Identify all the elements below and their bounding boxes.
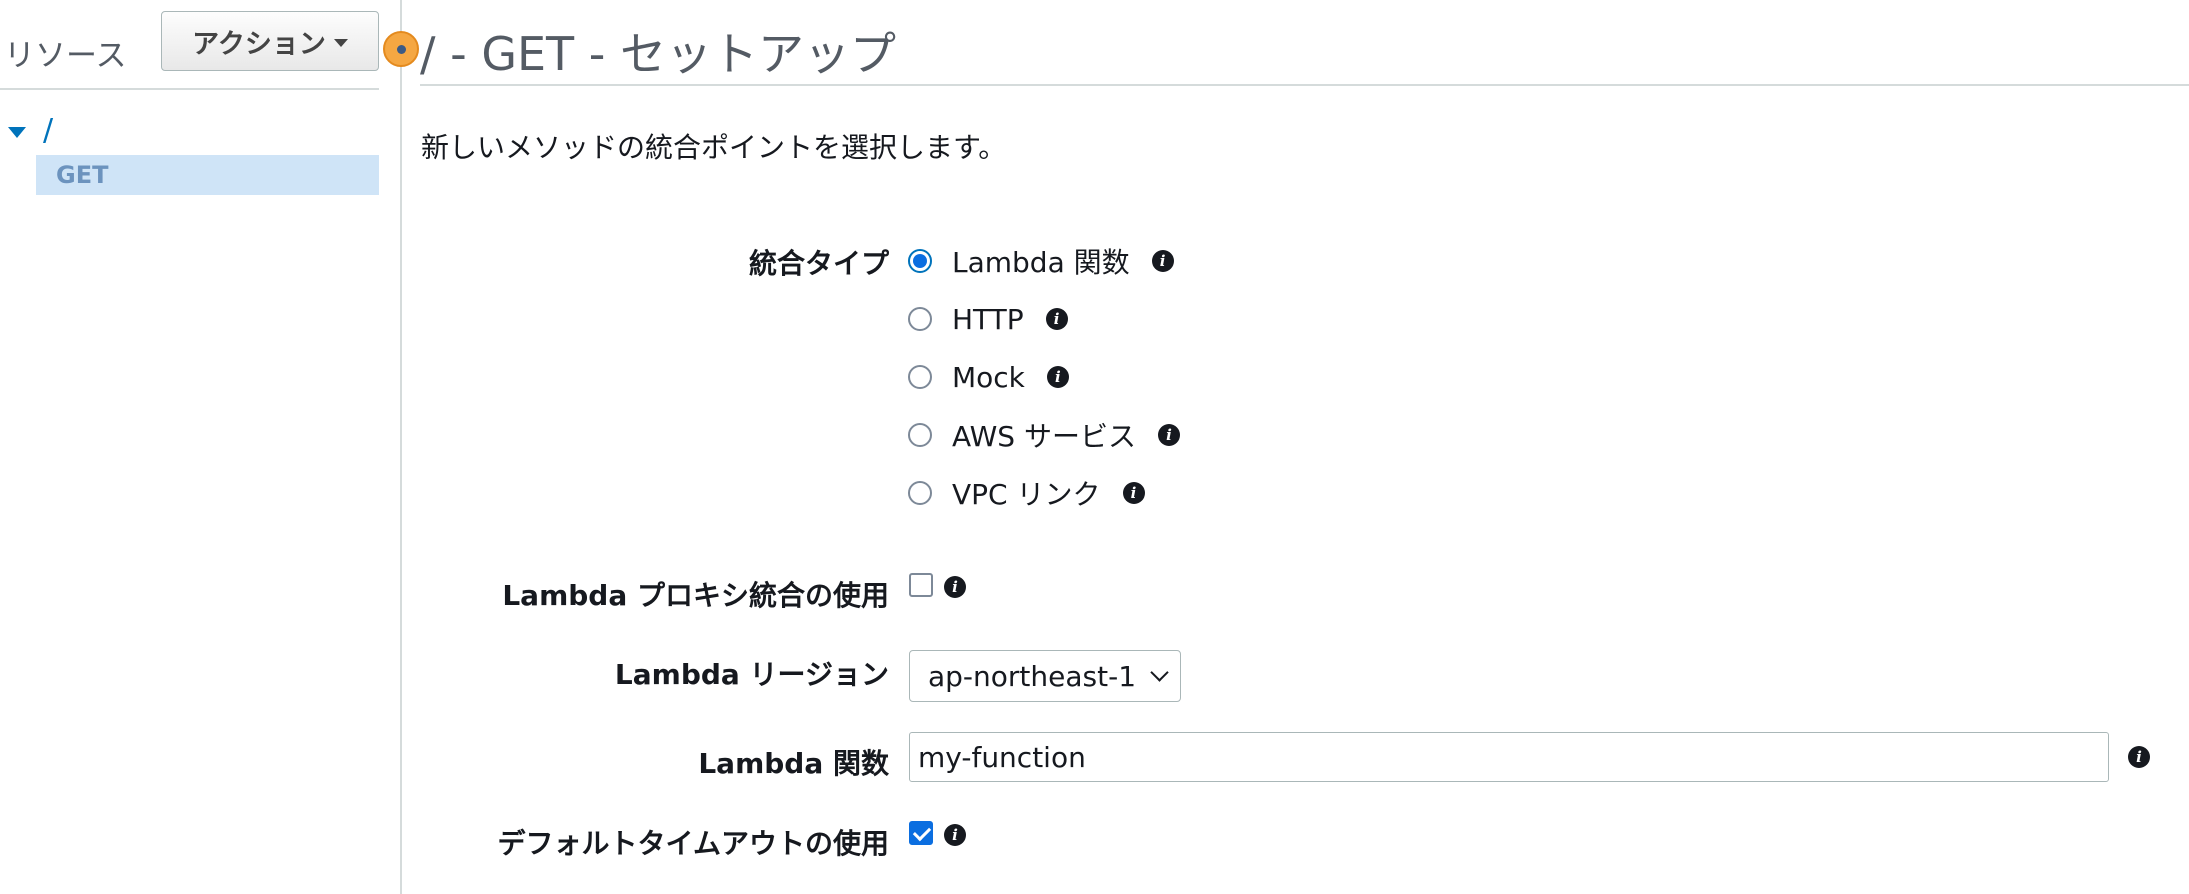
lambda-function-label: Lambda 関数: [698, 747, 889, 780]
info-icon[interactable]: i: [944, 576, 966, 598]
radio-http[interactable]: HTTP i: [908, 299, 1068, 339]
chevron-down-icon: [1150, 663, 1169, 682]
tree-item-get[interactable]: GET: [36, 155, 379, 195]
resources-panel: リソース アクション / GET: [0, 0, 402, 894]
lambda-function-input[interactable]: [909, 732, 2109, 782]
radio-button[interactable]: [908, 423, 932, 447]
divider: [420, 84, 2189, 86]
info-icon[interactable]: i: [1122, 482, 1145, 504]
tree-item-label: GET: [56, 161, 109, 189]
info-icon[interactable]: i: [1045, 308, 1068, 330]
expand-triangle-icon[interactable]: [8, 127, 26, 138]
api-gateway-method-setup: リソース アクション / GET / - GET - セットアップ 新しいメソッ…: [0, 0, 2189, 894]
caret-down-icon: [333, 39, 348, 47]
lambda-proxy-checkbox[interactable]: [909, 573, 933, 597]
radio-aws-service[interactable]: AWS サービス i: [908, 415, 1180, 455]
page-description: 新しいメソッドの統合ポイントを選択します。: [421, 131, 1007, 164]
info-icon[interactable]: i: [944, 824, 966, 846]
lambda-region-label: Lambda リージョン: [614, 658, 889, 691]
radio-label: Lambda 関数: [952, 246, 1130, 279]
info-icon[interactable]: i: [2128, 746, 2150, 768]
page-title: / - GET - セットアップ: [420, 27, 896, 81]
default-timeout-checkbox[interactable]: [909, 821, 933, 845]
lambda-proxy-label: Lambda プロキシ統合の使用: [502, 579, 889, 612]
divider: [0, 88, 379, 90]
info-icon[interactable]: i: [1157, 424, 1180, 446]
info-icon[interactable]: i: [1046, 366, 1069, 388]
integration-type-label: 統合タイプ: [748, 247, 889, 280]
radio-label: VPC リンク: [952, 478, 1101, 511]
radio-label: AWS サービス: [952, 420, 1136, 453]
radio-label: HTTP: [952, 302, 1024, 336]
resources-title: リソース: [4, 38, 127, 74]
radio-button[interactable]: [908, 365, 932, 389]
tree-item-root[interactable]: /: [43, 113, 53, 148]
radio-mock[interactable]: Mock i: [908, 357, 1069, 397]
radio-button[interactable]: [908, 307, 932, 331]
radio-lambda-function[interactable]: Lambda 関数 i: [908, 241, 1174, 281]
radio-button[interactable]: [908, 481, 932, 505]
panel-resize-handle[interactable]: [383, 31, 419, 67]
radio-button[interactable]: [908, 249, 932, 273]
radio-label: Mock: [952, 360, 1025, 394]
info-icon[interactable]: i: [1151, 250, 1174, 272]
lambda-region-select[interactable]: ap-northeast-1: [909, 650, 1181, 702]
radio-vpc-link[interactable]: VPC リンク i: [908, 473, 1145, 513]
actions-button-label: アクション: [192, 28, 326, 60]
lambda-region-value: ap-northeast-1: [928, 659, 1137, 693]
actions-button[interactable]: アクション: [161, 11, 379, 71]
default-timeout-label: デフォルトタイムアウトの使用: [497, 827, 889, 860]
